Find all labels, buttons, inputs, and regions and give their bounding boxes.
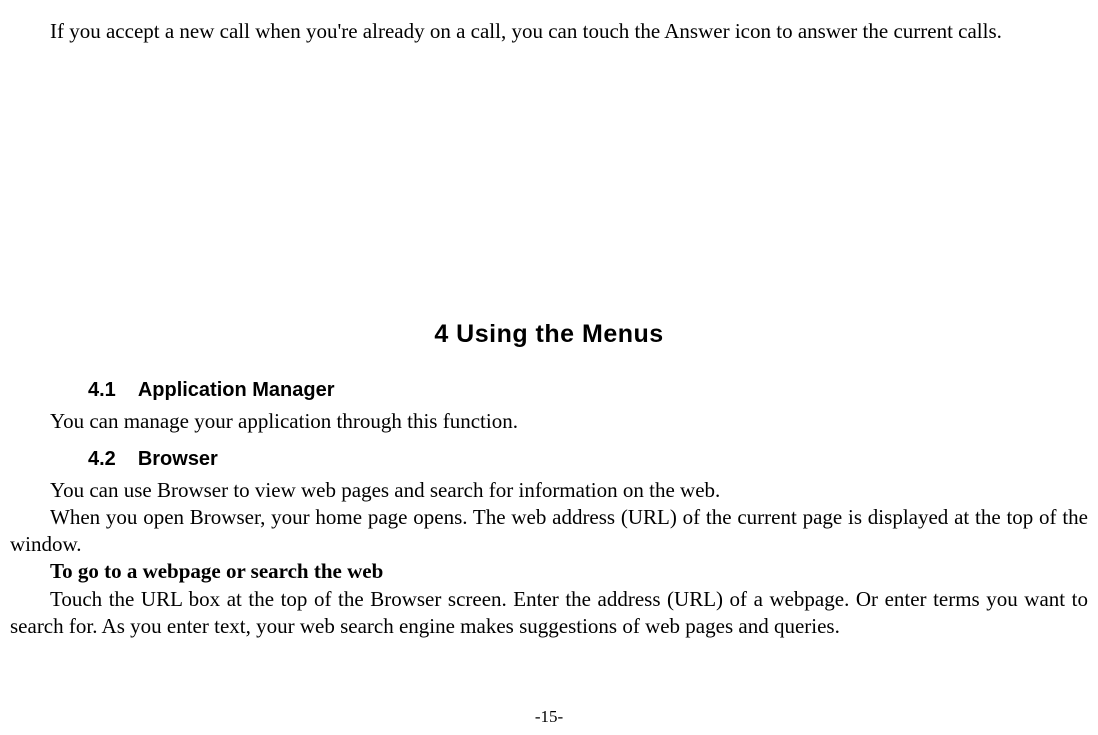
section-number: 4.1 [88,379,116,402]
document-page: If you accept a new call when you're alr… [0,0,1098,640]
section-heading-4-2: 4.2 Browser [88,448,1088,471]
section-heading-4-1: 4.1 Application Manager [88,379,1088,402]
page-number: -15- [0,707,1098,727]
section-number: 4.2 [88,448,116,471]
section-title: Application Manager [138,379,335,401]
section-4-2-body-1: You can use Browser to view web pages an… [10,477,1088,504]
intro-paragraph: If you accept a new call when you're alr… [10,18,1088,45]
section-title: Browser [138,448,218,470]
section-4-2-subhead: To go to a webpage or search the web [10,558,1088,585]
section-4-2-body-2: When you open Browser, your home page op… [10,504,1088,559]
section-4-1-body: You can manage your application through … [10,408,1088,435]
chapter-title: 4 Using the Menus [10,45,1088,367]
section-4-2-body-3: Touch the URL box at the top of the Brow… [10,586,1088,641]
